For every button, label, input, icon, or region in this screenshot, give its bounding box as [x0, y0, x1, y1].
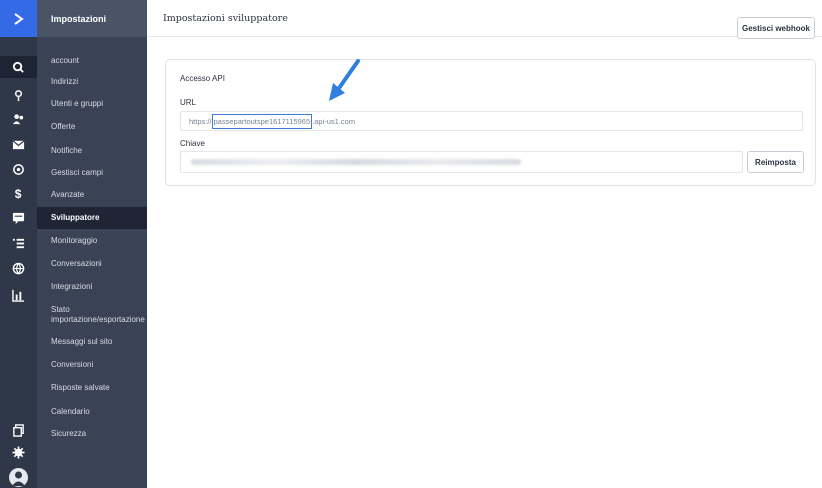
- chat-icon[interactable]: [0, 206, 37, 228]
- subnav-item-sicurezza[interactable]: Sicurezza: [37, 429, 147, 439]
- icon-rail: $: [0, 0, 37, 488]
- users-icon[interactable]: [0, 108, 37, 130]
- subnav-item-risposte-salvate[interactable]: Risposte salvate: [37, 383, 147, 393]
- globe-icon[interactable]: [0, 257, 37, 279]
- annotation-arrow-icon: [329, 59, 360, 101]
- subnav-item-integrazioni[interactable]: Integrazioni: [37, 282, 147, 292]
- copy-icon[interactable]: [0, 419, 37, 441]
- key-label: Chiave: [180, 139, 205, 148]
- api-access-title: Accesso API: [180, 74, 225, 83]
- url-prefix: https://: [189, 116, 212, 126]
- subnav-item-conversazioni[interactable]: Conversazioni: [37, 259, 147, 269]
- api-key-blurred-value: [191, 159, 521, 165]
- subnav-item-monitoraggio[interactable]: Monitoraggio: [37, 236, 147, 246]
- api-access-card: Accesso API URL https://passepartoutspe1…: [165, 59, 816, 186]
- subnav-item-messaggi-sito[interactable]: Messaggi sul sito: [37, 337, 147, 347]
- subnav-item-avanzate[interactable]: Avanzate: [37, 190, 147, 200]
- manage-webhooks-button[interactable]: Gestisci webhook: [737, 17, 815, 39]
- gear-icon[interactable]: [0, 441, 37, 463]
- bar-chart-icon[interactable]: [0, 284, 37, 306]
- api-key-field[interactable]: [180, 151, 743, 173]
- inbox-icon[interactable]: [0, 133, 37, 155]
- avatar-icon[interactable]: [9, 468, 28, 487]
- subnav-item-notifiche[interactable]: Notifiche: [37, 146, 147, 156]
- page-title: Impostazioni sviluppatore: [163, 13, 288, 24]
- search-icon[interactable]: [0, 56, 37, 78]
- map-pin-icon[interactable]: [0, 84, 37, 106]
- svg-text:$: $: [15, 187, 22, 200]
- dollar-icon[interactable]: $: [0, 182, 37, 204]
- target-icon[interactable]: [0, 158, 37, 180]
- subnav-title: Impostazioni: [37, 0, 147, 37]
- subnav-item-calendario[interactable]: Calendario: [37, 407, 147, 417]
- page-header: Impostazioni sviluppatore Gestisci webho…: [147, 0, 822, 39]
- subnav-item-conversioni[interactable]: Conversioni: [37, 360, 147, 370]
- settings-subnav: Impostazioni account Indirizzi Utenti e …: [37, 0, 147, 488]
- subnav-item-offerte[interactable]: Offerte: [37, 122, 147, 132]
- api-url-field[interactable]: https://passepartoutspe1617115965 .api-us…: [180, 111, 803, 131]
- subnav-item-stato-import-export[interactable]: Stato importazione/esportazione: [37, 305, 147, 325]
- chevron-right-icon[interactable]: [0, 0, 37, 37]
- subnav-item-sviluppatore[interactable]: Sviluppatore: [37, 207, 147, 229]
- subnav-item-utenti-gruppi[interactable]: Utenti e gruppi: [37, 99, 147, 109]
- subnav-item-indirizzi[interactable]: Indirizzi: [37, 77, 147, 87]
- list-icon[interactable]: [0, 232, 37, 254]
- subnav-item-account[interactable]: account: [37, 56, 147, 66]
- subnav-item-gestisci-campi[interactable]: Gestisci campi: [37, 168, 147, 178]
- reset-key-button[interactable]: Reimposta: [747, 151, 804, 173]
- url-label: URL: [180, 98, 197, 107]
- url-suffix: .api-us1.com: [312, 116, 356, 126]
- url-account-highlight: passepartoutspe1617115965: [211, 113, 313, 129]
